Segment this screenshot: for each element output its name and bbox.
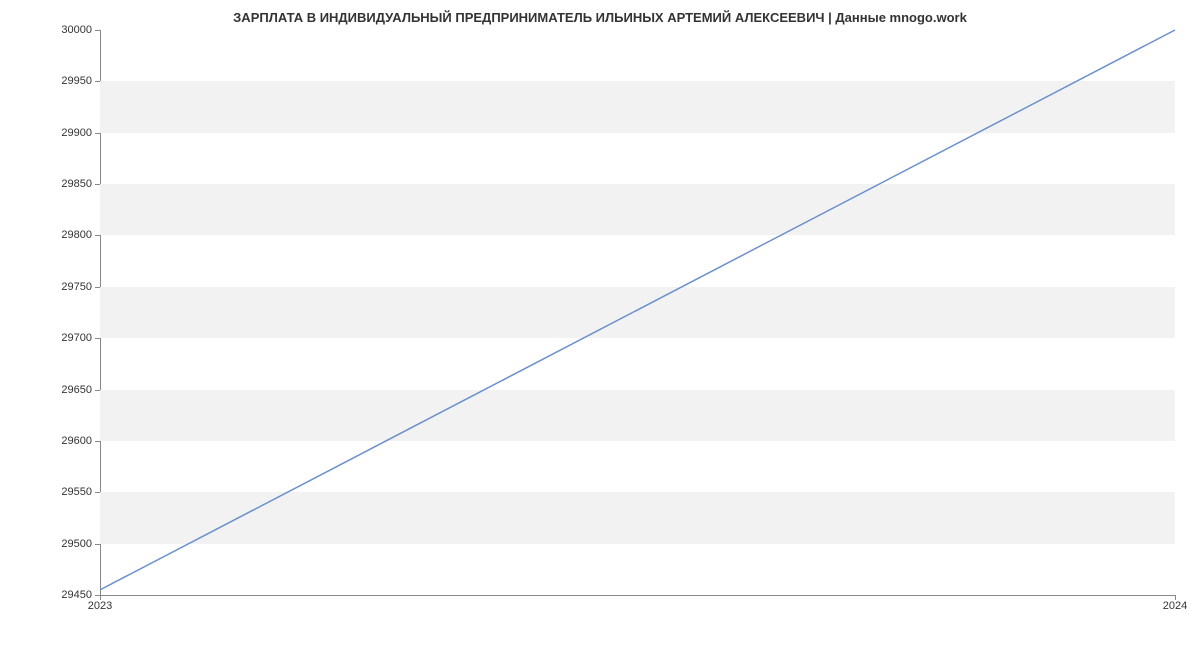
- y-tick-mark: [95, 81, 100, 82]
- x-tick-label: 2024: [1163, 600, 1187, 612]
- data-line: [100, 30, 1175, 595]
- y-tick-mark: [95, 338, 100, 339]
- y-tick-label: 29700: [32, 332, 92, 344]
- y-tick-mark: [95, 492, 100, 493]
- y-tick-label: 29600: [32, 435, 92, 447]
- y-tick-label: 29950: [32, 75, 92, 87]
- x-axis-line: [100, 595, 1175, 596]
- y-tick-mark: [95, 30, 100, 31]
- chart-container: ЗАРПЛАТА В ИНДИВИДУАЛЬНЫЙ ПРЕДПРИНИМАТЕЛ…: [0, 0, 1200, 650]
- y-tick-label: 29900: [32, 127, 92, 139]
- y-tick-mark: [95, 544, 100, 545]
- x-tick-mark: [1175, 595, 1176, 600]
- y-tick-label: 29850: [32, 178, 92, 190]
- y-tick-mark: [95, 441, 100, 442]
- y-tick-label: 29450: [32, 589, 92, 601]
- y-tick-mark: [95, 184, 100, 185]
- y-tick-label: 29500: [32, 538, 92, 550]
- y-tick-label: 29800: [32, 229, 92, 241]
- chart-title: ЗАРПЛАТА В ИНДИВИДУАЛЬНЫЙ ПРЕДПРИНИМАТЕЛ…: [0, 10, 1200, 25]
- y-tick-mark: [95, 287, 100, 288]
- y-tick-label: 29650: [32, 384, 92, 396]
- y-tick-label: 30000: [32, 24, 92, 36]
- y-tick-label: 29750: [32, 281, 92, 293]
- plot-area: [100, 30, 1175, 595]
- y-tick-mark: [95, 235, 100, 236]
- y-tick-label: 29550: [32, 486, 92, 498]
- y-tick-mark: [95, 133, 100, 134]
- y-tick-mark: [95, 390, 100, 391]
- x-tick-mark: [100, 595, 101, 600]
- x-tick-label: 2023: [88, 600, 112, 612]
